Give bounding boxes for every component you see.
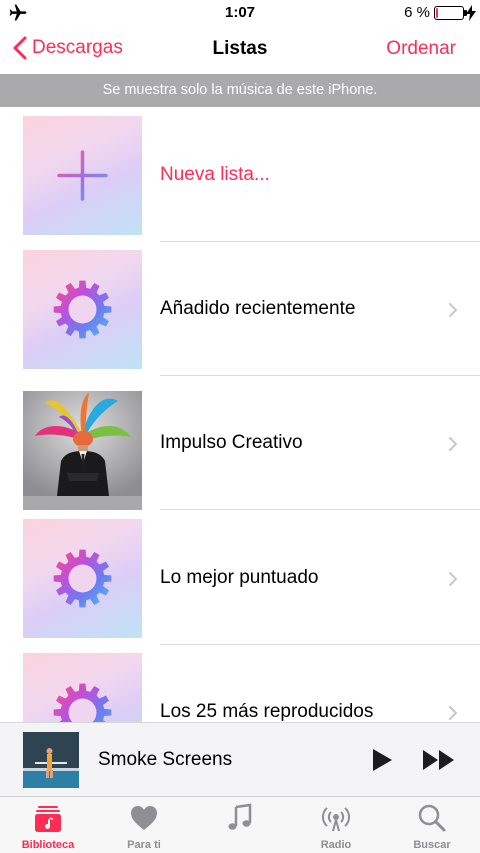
playlist-list[interactable]: Nueva lista... Añadido recientemente Imp…	[0, 107, 480, 722]
playlist-row-recently-added[interactable]: Añadido recientemente	[0, 250, 480, 385]
tab-label: Biblioteca	[21, 839, 75, 851]
row-divider	[160, 241, 480, 242]
sort-button[interactable]: Ordenar	[386, 38, 456, 60]
chevron-right-icon	[449, 437, 457, 451]
mini-player[interactable]: Smoke Screens	[0, 722, 480, 796]
now-playing-title: Smoke Screens	[98, 749, 233, 770]
tab-search[interactable]: Buscar	[384, 797, 480, 853]
search-icon	[418, 804, 446, 832]
fast-forward-icon[interactable]	[422, 749, 456, 771]
playlist-thumbnail	[23, 250, 142, 369]
battery-percentage: 6 %	[404, 4, 430, 21]
playlist-album-art	[23, 391, 142, 510]
battery-icon	[434, 6, 467, 20]
plus-icon	[57, 150, 108, 201]
now-playing-album-art	[23, 732, 79, 788]
new-playlist-thumbnail	[23, 116, 142, 235]
list-item-label: Nueva lista...	[160, 164, 270, 185]
row-divider	[160, 375, 480, 376]
chevron-right-icon	[449, 572, 457, 586]
heart-icon	[131, 806, 157, 830]
list-item-label: Impulso Creativo	[160, 432, 303, 453]
list-item-label: Lo mejor puntuado	[160, 567, 319, 588]
playlist-row-top-rated[interactable]: Lo mejor puntuado	[0, 519, 480, 654]
tab-label: Buscar	[413, 839, 451, 851]
creative-explosion-artwork	[23, 391, 142, 496]
tab-browse[interactable]	[192, 797, 288, 853]
new-playlist-row[interactable]: Nueva lista...	[0, 116, 480, 251]
music-note-icon	[228, 803, 252, 830]
row-divider	[160, 509, 480, 510]
tab-library[interactable]: Biblioteca	[0, 797, 96, 853]
playlist-thumbnail	[23, 519, 142, 638]
charging-bolt-icon	[466, 5, 476, 21]
navigation-bar: Descargas Listas Ordenar	[0, 26, 480, 72]
tab-label: Radio	[320, 839, 352, 851]
tab-label: Para ti	[127, 839, 161, 851]
album-cover-icon	[23, 732, 79, 788]
library-icon	[35, 806, 61, 832]
radio-icon	[321, 807, 351, 832]
chevron-right-icon	[449, 303, 457, 317]
tab-bar: Biblioteca Para ti Radio Buscar	[0, 796, 480, 853]
gear-icon	[53, 280, 112, 339]
play-icon[interactable]	[370, 747, 394, 773]
playlist-row-top-25[interactable]: Los 25 más reproducidos	[0, 653, 480, 722]
list-item-label: Añadido recientemente	[160, 298, 356, 319]
list-item-label: Los 25 más reproducidos	[160, 701, 374, 722]
playlist-row-impulso-creativo[interactable]: Impulso Creativo	[0, 384, 480, 519]
offline-music-banner: Se muestra solo la música de este iPhone…	[0, 74, 480, 107]
playlist-thumbnail	[23, 653, 142, 722]
row-divider	[160, 644, 480, 645]
tab-for-you[interactable]: Para ti	[96, 797, 192, 853]
status-bar: 1:07 6 %	[0, 0, 480, 26]
gear-icon	[53, 683, 112, 722]
tab-radio[interactable]: Radio	[288, 797, 384, 853]
gear-icon	[53, 549, 112, 608]
chevron-right-icon	[449, 706, 457, 720]
